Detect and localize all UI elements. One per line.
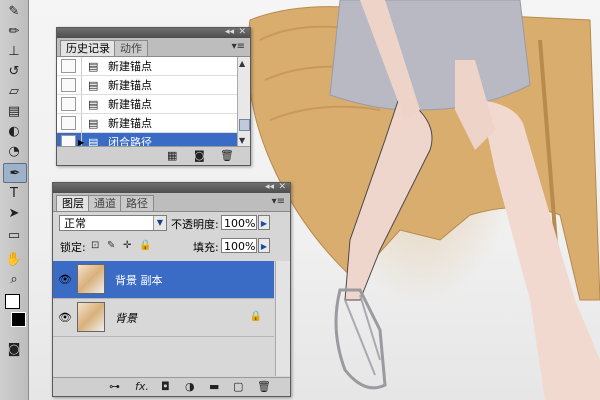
layer-row-background[interactable]: 👁 背景 🔒 bbox=[53, 299, 274, 337]
anchor-point-icon: ▤ bbox=[88, 116, 99, 130]
layers-footer: ⊶ fx. ◘ ◑ ▬ ▢ 🗑 bbox=[53, 377, 290, 396]
shape-icon[interactable]: ▭ bbox=[3, 226, 25, 244]
layers-tabs: 图层 通道 路径 ▾≡ bbox=[53, 193, 290, 212]
history-item-label: 新建锚点 bbox=[108, 60, 152, 73]
layer-thumbnail bbox=[77, 302, 105, 332]
history-footer: ▦ ◙ 🗑 bbox=[57, 146, 250, 165]
history-item-label: 新建锚点 bbox=[108, 79, 152, 92]
opacity-label: 不透明度: bbox=[171, 218, 219, 231]
history-item[interactable]: ▤ 新建锚点 bbox=[57, 76, 238, 95]
eye-icon[interactable]: 👁 bbox=[58, 311, 72, 324]
link-icon[interactable]: ⊶ bbox=[109, 380, 120, 393]
snapshot-checkbox[interactable] bbox=[61, 78, 76, 92]
layers-panel: ◂◂ ✕ 图层 通道 路径 ▾≡ 正常 ▼ 不透明度: 100% ▶ 锁定: ⊡… bbox=[52, 182, 291, 397]
history-item[interactable]: ▤ 新建锚点 bbox=[57, 95, 238, 114]
new-layer-icon[interactable]: ▢ bbox=[233, 380, 243, 393]
lock-row: 锁定: ⊡ ✎ ✛ 🔒 填充: 100% ▶ bbox=[53, 235, 290, 257]
history-item[interactable]: ▤ 新建锚点 bbox=[57, 114, 238, 133]
lock-all-icon[interactable]: 🔒 bbox=[139, 240, 151, 251]
pencil-icon[interactable]: ✏ bbox=[3, 22, 25, 40]
stamp-icon[interactable]: ⊥ bbox=[3, 42, 25, 60]
blend-row: 正常 ▼ 不透明度: 100% ▶ bbox=[53, 212, 290, 234]
scroll-down-icon[interactable]: ▼ bbox=[239, 136, 245, 145]
history-list: ▤ 新建锚点 ▤ 新建锚点 ▤ 新建锚点 ▤ 新建锚点 ▶ ▤ 闭合路径 bbox=[57, 57, 238, 152]
opacity-slider-button[interactable]: ▶ bbox=[258, 215, 270, 230]
burn-icon[interactable]: ◔ bbox=[3, 142, 25, 160]
layers-scrollbar[interactable] bbox=[275, 261, 290, 376]
tools-panel: ✎ ✏ ⊥ ↺ ▱ ▤ ◐ ◔ ✒ T ➤ ▭ ✋ ⌕ ◙ bbox=[0, 0, 29, 400]
collapse-icon[interactable]: ◂◂ bbox=[225, 27, 234, 37]
eye-icon[interactable]: 👁 bbox=[58, 273, 72, 286]
tab-paths[interactable]: 路径 bbox=[120, 195, 154, 211]
color-swatch-icon[interactable] bbox=[3, 292, 26, 332]
opacity-input[interactable]: 100% bbox=[221, 215, 257, 230]
anchor-point-icon: ▤ bbox=[88, 59, 99, 73]
zoom-icon[interactable]: ⌕ bbox=[3, 270, 25, 288]
lock-icon: 🔒 bbox=[249, 311, 262, 322]
layer-name[interactable]: 背景 副本 bbox=[115, 272, 163, 288]
anchor-point-icon: ▤ bbox=[88, 97, 99, 111]
hand-icon[interactable]: ✋ bbox=[3, 250, 25, 268]
fill-input[interactable]: 100% bbox=[221, 238, 257, 253]
type-icon[interactable]: T bbox=[3, 184, 25, 202]
anchor-point-icon: ▤ bbox=[88, 78, 99, 92]
lock-position-icon[interactable]: ✛ bbox=[123, 240, 131, 251]
snapshot-checkbox[interactable] bbox=[61, 97, 76, 111]
blend-mode-value: 正常 bbox=[64, 217, 86, 230]
chevron-down-icon[interactable]: ▼ bbox=[153, 216, 166, 230]
history-brush-icon[interactable]: ↺ bbox=[3, 62, 25, 80]
close-icon[interactable]: ✕ bbox=[238, 27, 246, 37]
history-tabs: 历史记录 动作 ▾≡ bbox=[57, 38, 250, 57]
path-select-icon[interactable]: ➤ bbox=[3, 204, 25, 222]
fill-slider-button[interactable]: ▶ bbox=[258, 238, 270, 253]
quickmask-icon[interactable]: ◙ bbox=[3, 340, 25, 358]
fx-icon[interactable]: fx. bbox=[135, 380, 149, 393]
scroll-up-icon[interactable]: ▲ bbox=[239, 59, 245, 68]
panel-menu-icon[interactable]: ▾≡ bbox=[232, 41, 245, 52]
new-document-icon[interactable]: ▦ bbox=[167, 149, 177, 162]
layer-thumbnail bbox=[77, 264, 105, 294]
layer-list: 👁 背景 副本 👁 背景 🔒 bbox=[53, 261, 274, 376]
layer-row-background-copy[interactable]: 👁 背景 副本 bbox=[53, 261, 274, 299]
panel-titlebar[interactable]: ◂◂ ✕ bbox=[57, 27, 250, 38]
trash-icon[interactable]: 🗑 bbox=[220, 149, 234, 162]
group-icon[interactable]: ▬ bbox=[209, 380, 219, 393]
adjustment-icon[interactable]: ◑ bbox=[185, 380, 195, 393]
blend-mode-select[interactable]: 正常 ▼ bbox=[59, 215, 167, 231]
camera-icon[interactable]: ◙ bbox=[194, 149, 205, 162]
panel-menu-icon[interactable]: ▾≡ bbox=[272, 196, 285, 207]
tab-actions[interactable]: 动作 bbox=[114, 40, 148, 56]
panel-titlebar[interactable]: ◂◂ ✕ bbox=[53, 182, 290, 193]
tab-layers[interactable]: 图层 bbox=[56, 195, 90, 211]
brush-icon[interactable]: ✎ bbox=[3, 2, 25, 20]
dodge-icon[interactable]: ◐ bbox=[3, 122, 25, 140]
history-item-label: 新建锚点 bbox=[108, 117, 152, 130]
trash-icon[interactable]: 🗑 bbox=[257, 380, 271, 393]
snapshot-checkbox[interactable] bbox=[61, 59, 76, 73]
lock-transparency-icon[interactable]: ⊡ bbox=[91, 240, 99, 251]
history-item[interactable]: ▤ 新建锚点 bbox=[57, 57, 238, 76]
close-icon[interactable]: ✕ bbox=[278, 182, 286, 192]
snapshot-checkbox[interactable] bbox=[61, 116, 76, 130]
layer-name[interactable]: 背景 bbox=[115, 310, 137, 326]
lock-image-icon[interactable]: ✎ bbox=[107, 240, 115, 251]
history-panel: ◂◂ ✕ 历史记录 动作 ▾≡ ▤ 新建锚点 ▤ 新建锚点 ▤ 新建锚点 ▤ 新… bbox=[56, 27, 251, 166]
fill-label: 填充: bbox=[193, 241, 219, 254]
mask-icon[interactable]: ◘ bbox=[161, 380, 170, 393]
eraser-icon[interactable]: ▱ bbox=[3, 82, 25, 100]
tab-channels[interactable]: 通道 bbox=[88, 195, 122, 211]
history-item-label: 新建锚点 bbox=[108, 98, 152, 111]
gradient-icon[interactable]: ▤ bbox=[3, 102, 25, 120]
tab-history[interactable]: 历史记录 bbox=[60, 40, 116, 56]
collapse-icon[interactable]: ◂◂ bbox=[265, 182, 274, 192]
lock-label: 锁定: bbox=[60, 241, 86, 254]
pen-icon[interactable]: ✒ bbox=[3, 163, 27, 183]
history-scrollbar[interactable]: ▲ ▼ bbox=[237, 57, 250, 147]
scroll-thumb[interactable] bbox=[239, 119, 250, 131]
